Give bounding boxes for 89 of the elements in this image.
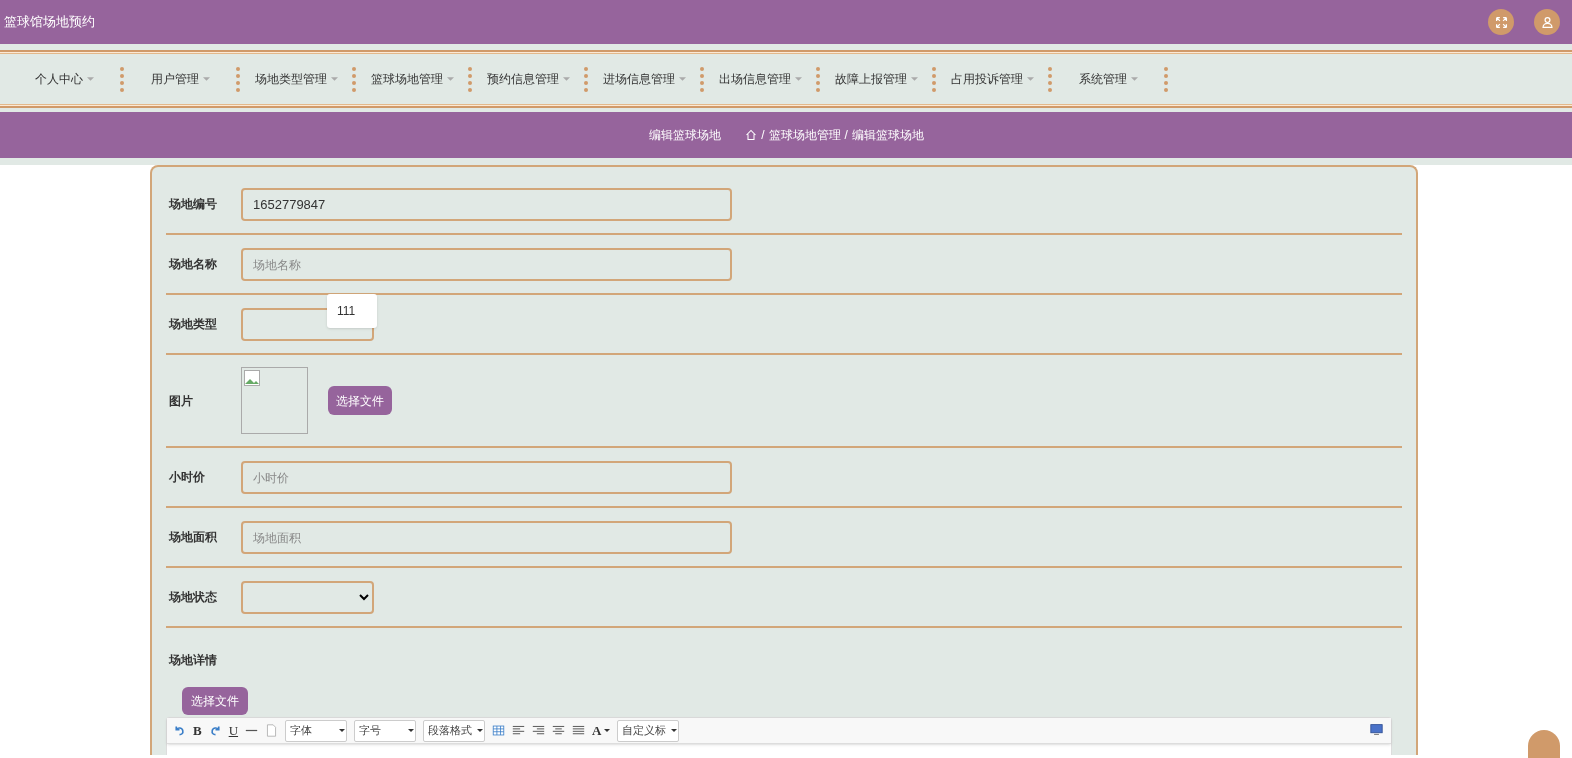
dots-icon (1048, 66, 1052, 92)
editor-dropdown[interactable]: 字号 (354, 719, 417, 742)
table-icon (492, 724, 506, 737)
align-right-icon (532, 724, 546, 737)
nav-menu-item[interactable]: 占用投诉管理 (942, 70, 1042, 88)
dots-icon (468, 66, 472, 92)
align-right-button[interactable] (532, 724, 546, 737)
nav-menu-item[interactable]: 系统管理 (1058, 70, 1158, 88)
nav-menu-item[interactable]: 进场信息管理 (594, 70, 694, 88)
caret-icon (562, 77, 570, 81)
editor-dropdown[interactable]: 自定义标 (617, 719, 680, 742)
caret-icon (477, 729, 484, 732)
dots-icon (120, 66, 124, 92)
field-label: 场地类型 (167, 316, 218, 333)
breadcrumb-separator: / (844, 127, 848, 144)
nav-menu-item[interactable]: 出场信息管理 (710, 70, 810, 88)
caret-icon (671, 729, 678, 732)
caret-icon (910, 77, 918, 81)
align-center-button[interactable] (552, 724, 566, 737)
editor-dropdown[interactable]: 段落格式 (423, 719, 486, 742)
dots-icon (584, 66, 588, 92)
dots-icon (816, 66, 820, 92)
nav-menu-item[interactable]: 篮球场地管理 (362, 70, 462, 88)
app-title: 篮球馆场地预约 (4, 13, 95, 32)
editor-dropdown[interactable]: 字体 (285, 719, 348, 742)
tooltip: 111 (327, 294, 377, 328)
breadcrumb-link[interactable]: 篮球场地管理 (768, 126, 841, 144)
field-label: 图片 (168, 392, 194, 410)
redo-button[interactable] (208, 724, 222, 737)
bold-button[interactable]: B (193, 720, 202, 741)
font-color-button[interactable]: A (592, 720, 611, 741)
field-label: 场地详情 (167, 652, 218, 669)
choose-file-button[interactable]: 选择文件 (182, 687, 248, 715)
underline-button[interactable]: U (228, 720, 239, 741)
table-button[interactable] (492, 724, 506, 737)
page-title: 编辑篮球场地 (649, 127, 722, 144)
undo-icon (173, 724, 186, 737)
fullscreen-button[interactable] (1370, 723, 1383, 736)
caret-icon (794, 77, 802, 81)
home-icon (745, 129, 758, 141)
field-label: 场地面积 (167, 529, 218, 546)
caret-icon (604, 729, 611, 732)
field-label: 小时价 (168, 469, 206, 486)
choose-file-button[interactable]: 选择文件 (328, 386, 392, 415)
redo-icon (208, 724, 222, 737)
input-field[interactable]: 1652779847 (241, 187, 732, 221)
input-field[interactable]: 场地面积 (241, 520, 732, 554)
fullscreen-button[interactable] (1488, 9, 1514, 35)
caret-icon (86, 77, 94, 81)
dots-icon (352, 66, 356, 92)
caret-icon (202, 77, 210, 81)
caret-icon (678, 77, 686, 81)
caret-icon (330, 77, 338, 81)
align-center-icon (552, 724, 566, 737)
nav-menu-item[interactable]: 个人中心 (14, 70, 114, 88)
rich-text-editor[interactable]: B U 字体 字号 段落格式 A 自定义标 (166, 717, 1392, 755)
caret-icon (1026, 77, 1034, 81)
dots-icon (236, 66, 240, 92)
nav-menu-item[interactable]: 故障上报管理 (826, 70, 926, 88)
dots-icon (932, 66, 936, 92)
breadcrumb-separator: / (761, 127, 765, 144)
caret-icon (408, 729, 415, 732)
caret-icon (339, 729, 346, 732)
nav-menu-item[interactable]: 预约信息管理 (478, 70, 578, 88)
input-field[interactable]: 小时价 (241, 460, 732, 494)
nav-menu-item[interactable]: 用户管理 (130, 70, 230, 88)
broken-image-icon (244, 370, 260, 386)
dots-icon (1164, 66, 1168, 92)
document-icon (265, 724, 279, 737)
expand-icon (1494, 15, 1508, 29)
field-label: 场地编号 (167, 196, 218, 213)
user-button[interactable] (1534, 9, 1560, 35)
align-left-button[interactable] (512, 724, 526, 737)
dots-icon (700, 66, 704, 92)
back-to-top-button[interactable] (1528, 730, 1560, 758)
select-field[interactable] (241, 580, 374, 614)
undo-button[interactable] (173, 724, 186, 737)
caret-icon (1130, 77, 1138, 81)
monitor-icon (1370, 723, 1383, 736)
field-label: 场地名称 (167, 256, 218, 273)
user-icon (1540, 15, 1554, 29)
breadcrumb-link[interactable]: 编辑篮球场地 (851, 126, 924, 144)
field-label: 场地状态 (167, 589, 218, 606)
nav-menu-item[interactable]: 场地类型管理 (246, 70, 346, 88)
caret-icon (446, 77, 454, 81)
justify-icon (572, 724, 586, 737)
justify-button[interactable] (572, 724, 586, 737)
align-left-icon (512, 724, 526, 737)
input-field[interactable]: 场地名称 (241, 247, 732, 281)
